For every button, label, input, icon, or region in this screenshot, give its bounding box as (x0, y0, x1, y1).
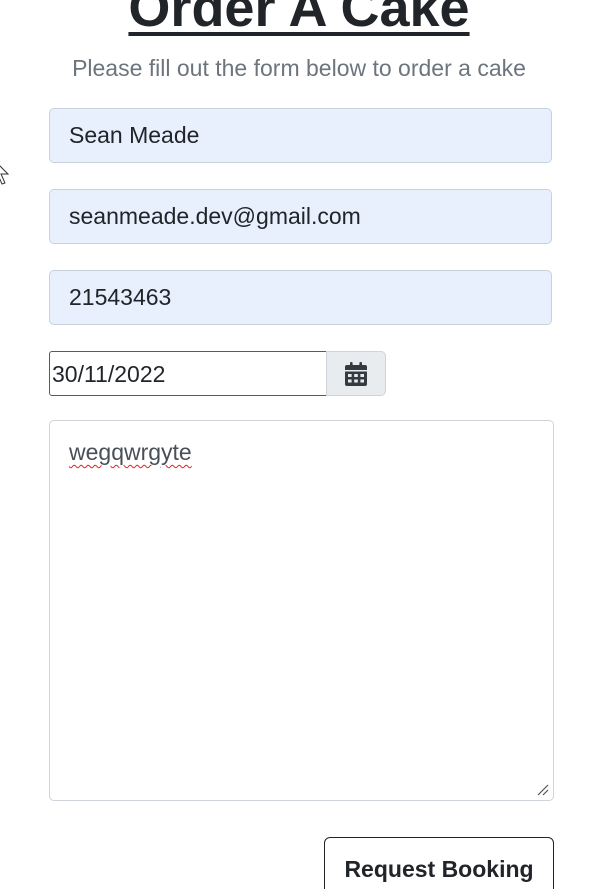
request-booking-button[interactable]: Request Booking (324, 837, 554, 889)
order-cake-page: Order A Cake Please fill out the form be… (0, 0, 598, 889)
message-text: wegqwrgyte (69, 439, 192, 465)
date-picker-group: 30/11/2022 (49, 351, 386, 396)
phone-field[interactable]: 21543463 (49, 270, 552, 325)
page-title: Order A Cake (128, 0, 470, 38)
date-picker-button[interactable] (326, 351, 386, 396)
resize-handle-icon[interactable] (537, 784, 549, 796)
calendar-icon (345, 361, 367, 386)
mouse-pointer-icon (0, 165, 10, 185)
email-field[interactable]: seanmeade.dev@gmail.com (49, 189, 552, 244)
message-textarea[interactable]: wegqwrgyte (49, 420, 554, 801)
page-subtitle: Please fill out the form below to order … (72, 55, 526, 81)
date-field[interactable]: 30/11/2022 (49, 351, 327, 396)
name-field[interactable]: Sean Meade (49, 108, 552, 163)
